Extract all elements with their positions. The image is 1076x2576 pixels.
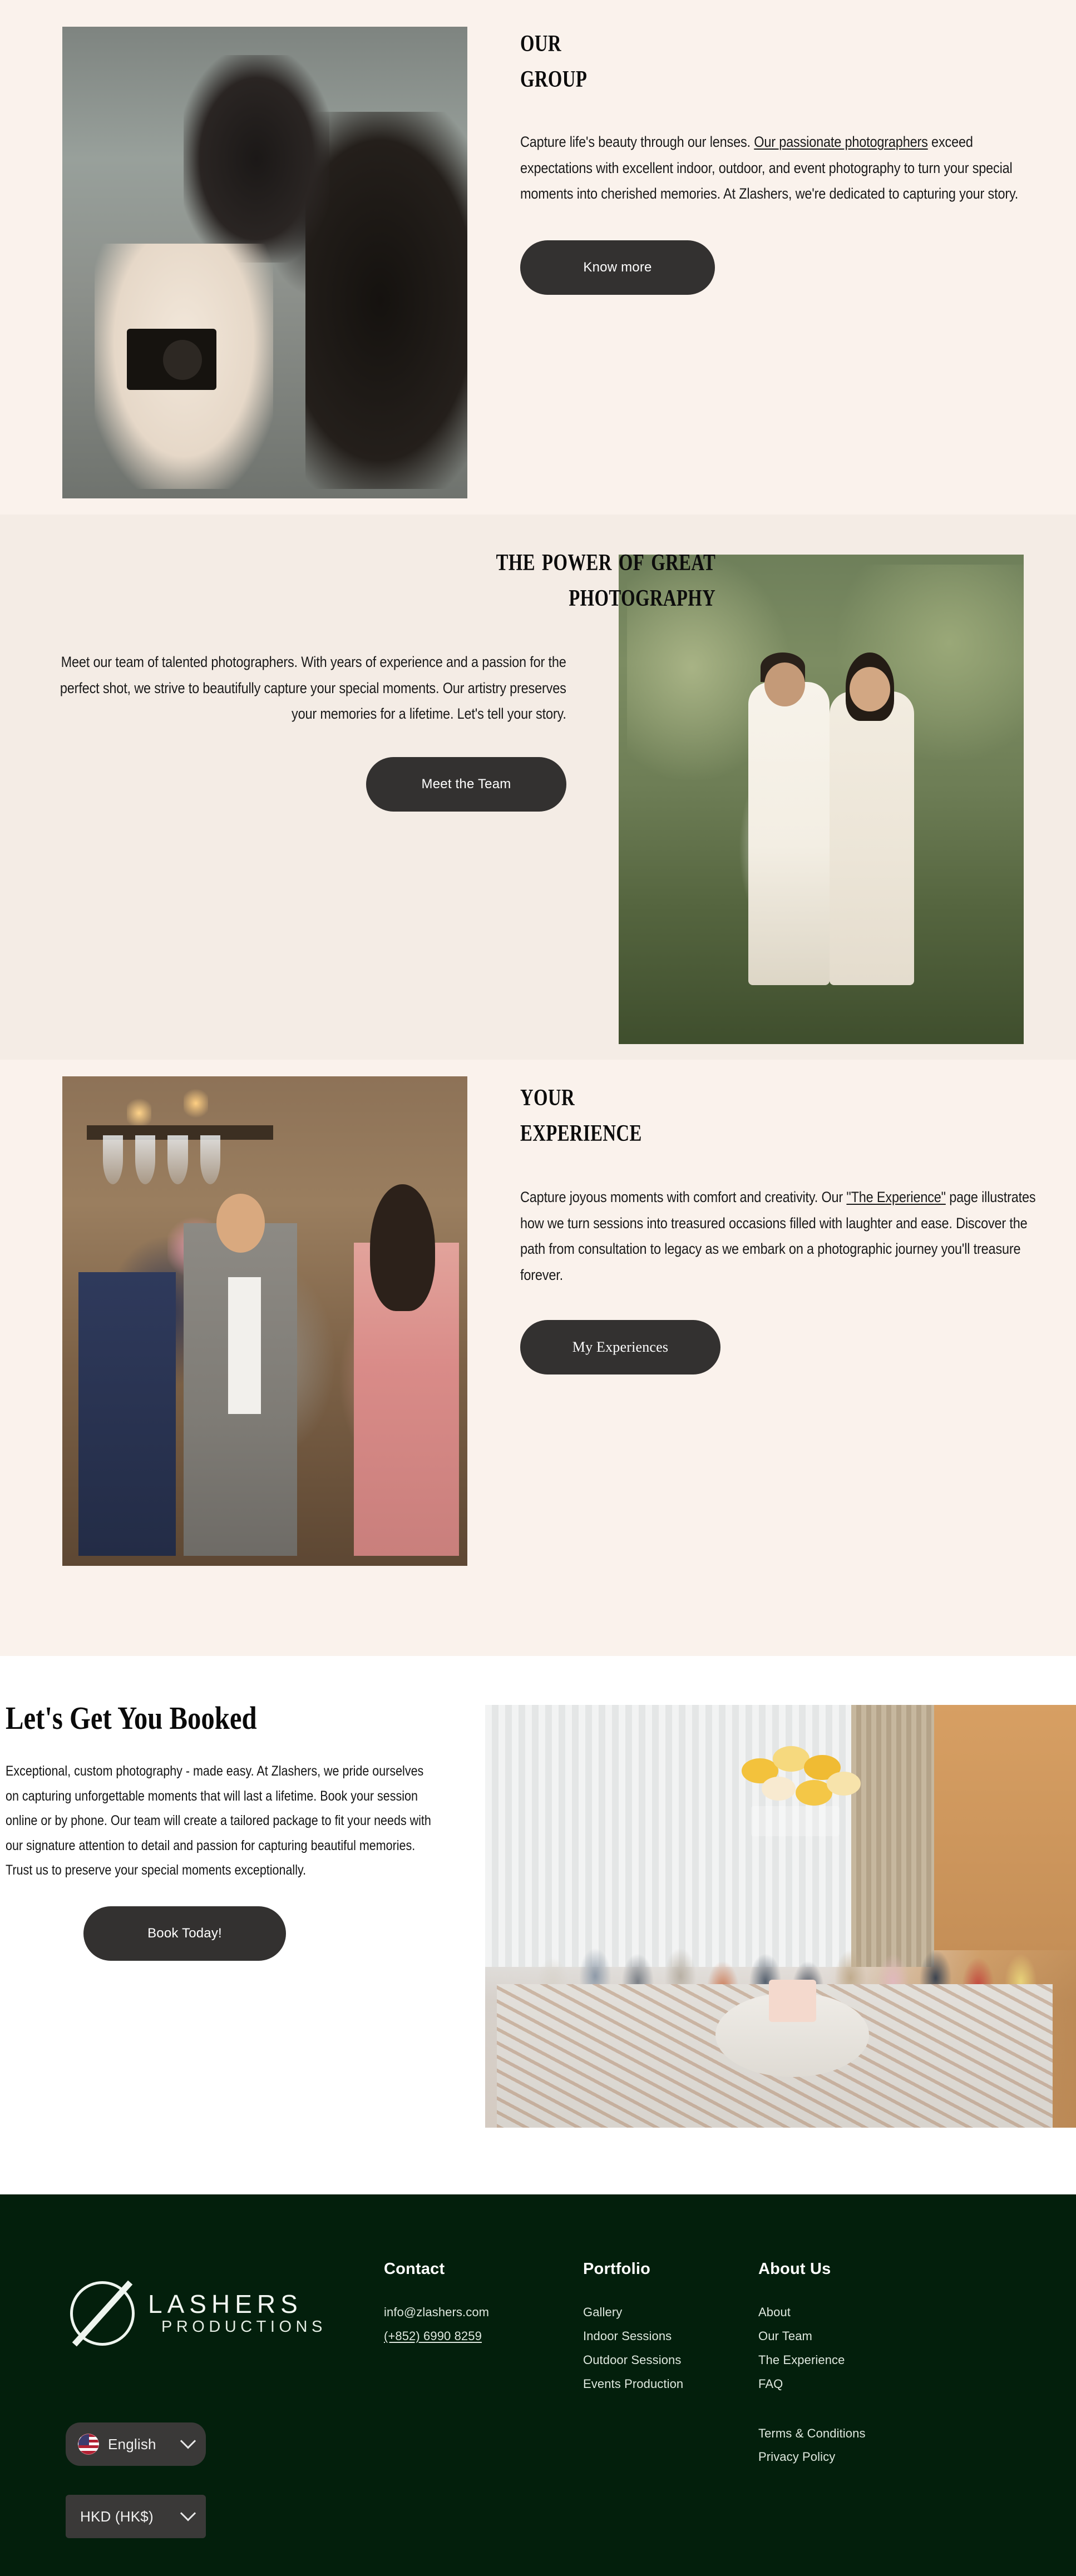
passionate-photographers-link[interactable]: Our passionate photographers (754, 134, 928, 150)
about-link-the-experience[interactable]: The Experience (758, 2348, 947, 2372)
booked-text-column: Let's Get You Booked Exceptional, custom… (6, 1699, 451, 1961)
know-more-button[interactable]: Know more (520, 240, 715, 295)
book-today-button[interactable]: Book Today! (83, 1906, 286, 1961)
about-link-privacy-policy[interactable]: Privacy Policy (758, 2445, 947, 2469)
page-root: Our Group Capture life's beauty through o… (0, 0, 1076, 2576)
portfolio-link-outdoor-sessions[interactable]: Outdoor Sessions (583, 2348, 767, 2372)
experience-heading-visible: Your Experience (520, 1076, 642, 1149)
booked-heading: Let's Get You Booked (6, 1700, 257, 1736)
footer-column-portfolio: Portfolio Gallery Indoor Sessions Outdoo… (583, 2260, 767, 2396)
portfolio-title: Portfolio (583, 2260, 651, 2278)
language-selector[interactable]: English (66, 2422, 206, 2466)
power-heading: The power of great photography (496, 541, 716, 614)
power-paragraph: Meet our team of talented photographers.… (60, 654, 567, 723)
us-flag-icon (78, 2434, 99, 2455)
our-group-paragraph: Capture life's beauty through our lenses… (520, 134, 1019, 202)
section-power-of-photography: The power of great photography Meet our t… (0, 515, 1076, 1060)
meet-the-team-button[interactable]: Meet the Team (366, 757, 566, 812)
logo-text-productions: PRODUCTIONS (161, 2317, 327, 2336)
section-our-group: Our Group Capture life's beauty through o… (0, 0, 1076, 515)
our-group-text-column: Our Group Capture life's beauty through o… (520, 22, 1054, 295)
experience-paragraph: Capture joyous moments with comfort and … (520, 1189, 1036, 1283)
about-link-about[interactable]: About (758, 2301, 947, 2325)
the-experience-link[interactable]: "The Experience" (846, 1189, 946, 1205)
zlashers-logo-icon (66, 2277, 139, 2350)
photo-couple-outdoors (619, 555, 1024, 1044)
section-your-experience: Your Experience Capture joyous moments wi… (0, 1060, 1076, 1656)
logo-text-lashers: LASHERS (148, 2290, 303, 2319)
language-selector-label: English (108, 2435, 156, 2453)
chevron-down-icon-currency (180, 2505, 196, 2521)
about-link-our-team[interactable]: Our Team (758, 2325, 947, 2348)
power-text-column: The power of great photography Meet our t… (33, 541, 715, 812)
our-group-heading: Our Group (520, 22, 588, 95)
section-lets-get-you-booked: Let's Get You Booked Exceptional, custom… (0, 1656, 1076, 2194)
currency-selector-label: HKD (HK$) (80, 2508, 154, 2525)
about-title: About Us (758, 2260, 831, 2278)
footer-column-contact: Contact info@zlashers.com (+852) 6990 82… (384, 2260, 567, 2348)
chevron-down-icon (180, 2433, 196, 2449)
photo-our-group (62, 27, 467, 498)
contact-title: Contact (384, 2260, 445, 2278)
about-link-terms-conditions[interactable]: Terms & Conditions (758, 2422, 947, 2446)
footer-logo[interactable]: LASHERS PRODUCTIONS (66, 2277, 327, 2350)
photo-event-guests (62, 1076, 467, 1566)
portfolio-link-indoor-sessions[interactable]: Indoor Sessions (583, 2325, 767, 2348)
contact-email[interactable]: info@zlashers.com (384, 2301, 567, 2325)
currency-selector[interactable]: HKD (HK$) (66, 2495, 206, 2538)
contact-phone[interactable]: (+852) 6990 8259 (384, 2325, 567, 2348)
portfolio-link-gallery[interactable]: Gallery (583, 2301, 767, 2325)
booked-paragraph: Exceptional, custom photography - made e… (6, 1763, 431, 1878)
photo-birthday-group (485, 1705, 1076, 2128)
footer-column-about: About Us About Our Team The Experience F… (758, 2260, 947, 2469)
my-experiences-button[interactable]: My Experiences (520, 1320, 720, 1375)
experience-text-body-wrap: Your Experience Capture joyous moments wi… (520, 1076, 1054, 1375)
about-link-faq[interactable]: FAQ (758, 2372, 947, 2396)
portfolio-link-events-production[interactable]: Events Production (583, 2372, 767, 2396)
